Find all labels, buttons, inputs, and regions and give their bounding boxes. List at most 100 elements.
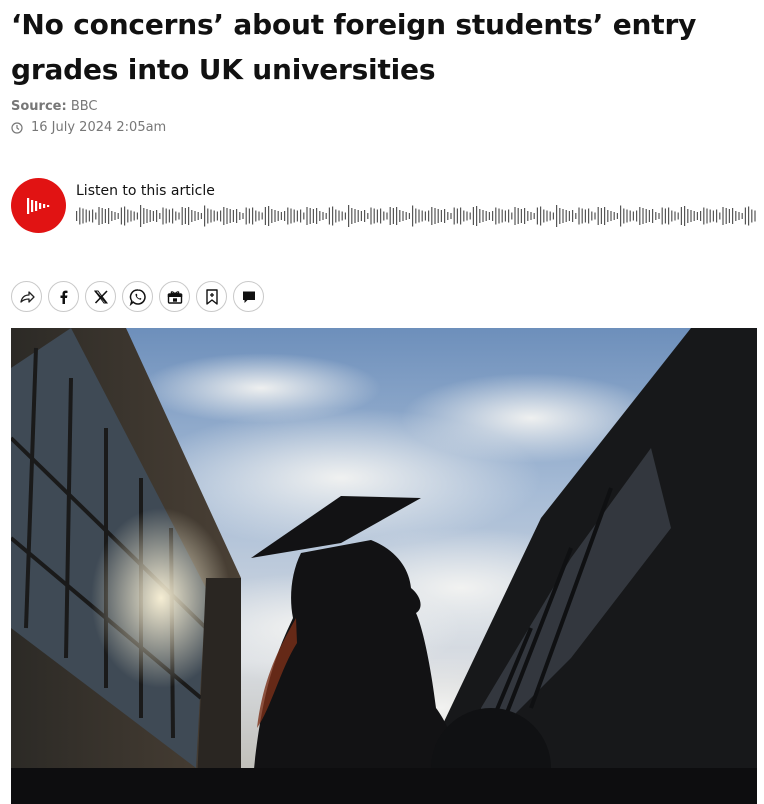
waveform-bar	[524, 208, 526, 224]
audio-waveform[interactable]	[76, 205, 757, 227]
waveform-bar	[511, 212, 513, 220]
waveform-bar	[101, 208, 103, 224]
audio-wave-icon	[26, 197, 49, 214]
waveform-bar	[130, 210, 132, 222]
waveform-bar	[543, 209, 545, 223]
waveform-bar	[716, 209, 718, 223]
waveform-bar	[159, 213, 161, 219]
waveform-bar	[540, 206, 542, 226]
x-share-button[interactable]	[85, 281, 116, 312]
waveform-bar	[376, 209, 378, 223]
waveform-bar	[520, 209, 522, 223]
waveform-bar	[677, 212, 679, 220]
waveform-bar	[751, 209, 753, 223]
waveform-bar	[236, 209, 238, 223]
waveform-bar	[517, 208, 519, 224]
bookmark-icon	[205, 288, 218, 305]
waveform-bar	[690, 210, 692, 222]
waveform-bar	[415, 208, 417, 224]
share-icon	[19, 290, 35, 303]
waveform-bar	[530, 212, 532, 220]
comment-icon	[242, 291, 255, 303]
waveform-bar	[293, 209, 295, 223]
waveform-bar	[456, 208, 458, 224]
waveform-bar	[546, 210, 548, 222]
x-twitter-icon	[93, 289, 108, 304]
waveform-bar	[124, 206, 126, 226]
waveform-bar	[668, 207, 670, 225]
waveform-bar	[405, 212, 407, 220]
waveform-bar	[79, 207, 81, 225]
gift-article-icon	[167, 290, 182, 304]
waveform-bar	[146, 209, 148, 223]
waveform-bar	[501, 209, 503, 223]
waveform-bar	[210, 209, 212, 223]
facebook-button[interactable]	[48, 281, 79, 312]
share-button[interactable]	[11, 281, 42, 312]
waveform-bar	[684, 206, 686, 226]
comments-button[interactable]	[233, 281, 264, 312]
waveform-bar	[133, 211, 135, 221]
waveform-bar	[261, 212, 263, 220]
waveform-bar	[536, 207, 538, 225]
waveform-bar	[309, 208, 311, 224]
waveform-bar	[431, 207, 433, 225]
waveform-bar	[629, 210, 631, 222]
waveform-bar	[162, 207, 164, 225]
waveform-bar	[300, 209, 302, 223]
waveform-bar	[277, 211, 279, 221]
waveform-bar	[258, 211, 260, 221]
waveform-bar	[200, 213, 202, 219]
waveform-bar	[671, 210, 673, 222]
waveform-bar	[527, 211, 529, 221]
waveform-bar	[229, 209, 231, 223]
waveform-bar	[216, 211, 218, 221]
play-audio-button[interactable]	[11, 178, 66, 233]
article-headline: ‘No concerns’ about foreign students’ en…	[11, 8, 697, 86]
waveform-bar	[696, 212, 698, 220]
listen-label: Listen to this article	[76, 183, 215, 199]
waveform-bar	[357, 210, 359, 222]
waveform-bar	[744, 207, 746, 225]
waveform-bar	[565, 210, 567, 222]
waveform-bar	[680, 207, 682, 225]
waveform-bar	[290, 208, 292, 224]
waveform-bar	[703, 207, 705, 225]
waveform-bar	[82, 208, 84, 224]
waveform-bar	[556, 205, 558, 227]
source-name: BBC	[70, 99, 98, 114]
waveform-bar	[748, 206, 750, 226]
hero-image	[11, 328, 757, 804]
waveform-bar	[421, 210, 423, 222]
waveform-bar	[549, 211, 551, 221]
waveform-bar	[344, 212, 346, 220]
waveform-bar	[373, 208, 375, 224]
waveform-bar	[364, 210, 366, 222]
waveform-bar	[360, 211, 362, 221]
gift-article-button[interactable]	[159, 281, 190, 312]
bookmark-button[interactable]	[196, 281, 227, 312]
waveform-bar	[552, 212, 554, 220]
waveform-bar	[386, 212, 388, 220]
waveform-bar	[498, 208, 500, 224]
waveform-bar	[351, 208, 353, 224]
waveform-bar	[479, 209, 481, 223]
waveform-bar	[437, 209, 439, 223]
waveform-bar	[610, 211, 612, 221]
waveform-bar	[575, 213, 577, 219]
facebook-icon	[60, 290, 67, 304]
waveform-bar	[639, 207, 641, 225]
waveform-bar	[632, 211, 634, 221]
waveform-bar	[156, 210, 158, 222]
waveform-bar	[194, 211, 196, 221]
waveform-bar	[453, 207, 455, 225]
whatsapp-button[interactable]	[122, 281, 153, 312]
waveform-bar	[140, 205, 142, 227]
waveform-bar	[604, 207, 606, 225]
waveform-bar	[492, 211, 494, 221]
whatsapp-icon	[129, 288, 146, 306]
waveform-bar	[316, 208, 318, 224]
waveform-bar	[191, 210, 193, 222]
waveform-bar	[255, 210, 257, 222]
waveform-bar	[693, 211, 695, 221]
